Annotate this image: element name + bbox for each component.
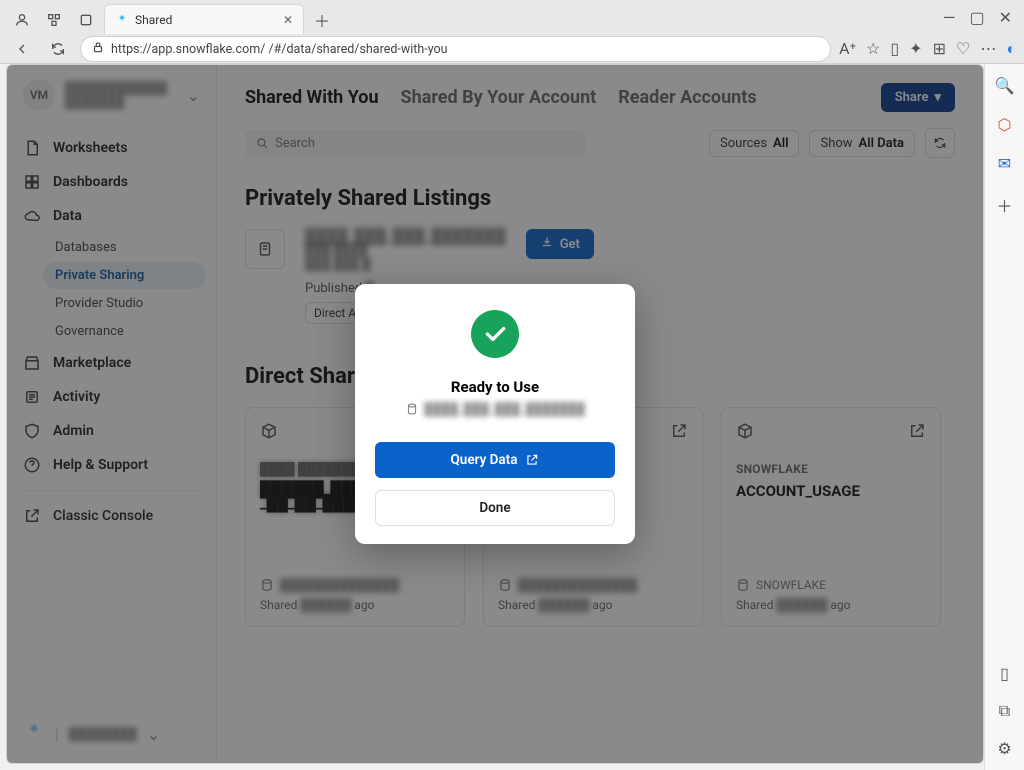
office-icon[interactable]: ⬡ bbox=[998, 115, 1012, 134]
close-window-icon[interactable]: ✕ bbox=[999, 8, 1012, 27]
more-icon[interactable]: ⋯ bbox=[980, 39, 996, 59]
address-row: https://app.snowflake.com/ /#/data/share… bbox=[0, 34, 1024, 64]
reading-mode-icon[interactable]: A⁺ bbox=[839, 39, 856, 59]
search-sidebar-icon[interactable]: 🔍 bbox=[995, 76, 1015, 95]
browser-action-icons: A⁺ ☆ ▯ ✦ ⊞ ♡ ⋯ ◐ bbox=[839, 39, 1016, 59]
database-icon bbox=[405, 402, 419, 416]
settings-icon[interactable]: ⚙ bbox=[997, 739, 1011, 758]
modal-title: Ready to Use bbox=[451, 378, 539, 396]
check-icon bbox=[471, 310, 519, 358]
lock-icon bbox=[91, 40, 105, 58]
tab-actions-icon[interactable] bbox=[72, 6, 100, 34]
copilot-icon[interactable]: ◐ bbox=[1006, 39, 1016, 59]
minimize-icon[interactable]: — bbox=[943, 8, 956, 27]
browser-tab[interactable]: Shared ✕ bbox=[104, 4, 304, 34]
browser-chrome: Shared ✕ ＋ — ▢ ✕ https://app.snowflake.c… bbox=[0, 0, 1024, 64]
external-link-icon bbox=[525, 453, 539, 467]
browser-sidebar: 🔍 ⬡ ✉ ＋ ▯ ⧉ ⚙ bbox=[984, 64, 1024, 770]
window-controls: — ▢ ✕ bbox=[943, 8, 1024, 27]
favorite-icon[interactable]: ☆ bbox=[866, 39, 880, 59]
address-bar[interactable]: https://app.snowflake.com/ /#/data/share… bbox=[80, 36, 831, 62]
button-label: Query Data bbox=[451, 452, 518, 468]
panel-icon[interactable]: ▯ bbox=[1000, 664, 1009, 683]
outlook-icon[interactable]: ✉ bbox=[998, 154, 1011, 173]
app-viewport: VM ████████████ ███████ ⌄ Worksheets Das… bbox=[6, 64, 984, 764]
maximize-icon[interactable]: ▢ bbox=[969, 8, 984, 27]
split-icon[interactable]: ▯ bbox=[890, 39, 899, 59]
extensions-icon[interactable]: ⊞ bbox=[933, 39, 946, 59]
url-text: https://app.snowflake.com/ /#/data/share… bbox=[111, 42, 448, 57]
modal-subtitle: ████_███_███_███████ bbox=[405, 402, 585, 416]
profile-icon[interactable] bbox=[8, 6, 36, 34]
collections-icon[interactable]: ✦ bbox=[909, 39, 922, 59]
back-button[interactable] bbox=[8, 35, 36, 63]
tab-title: Shared bbox=[135, 13, 172, 27]
performance-icon[interactable]: ♡ bbox=[956, 39, 970, 59]
refresh-button[interactable] bbox=[44, 35, 72, 63]
workspaces-icon[interactable] bbox=[40, 6, 68, 34]
query-data-button[interactable]: Query Data bbox=[375, 442, 615, 478]
snowflake-icon bbox=[115, 13, 129, 27]
ready-modal: Ready to Use ████_███_███_███████ Query … bbox=[355, 284, 635, 544]
tab-strip: Shared ✕ ＋ — ▢ ✕ bbox=[0, 0, 1024, 34]
new-tab-button[interactable]: ＋ bbox=[308, 6, 336, 34]
popout-icon[interactable]: ⧉ bbox=[999, 701, 1010, 721]
done-button[interactable]: Done bbox=[375, 490, 615, 526]
close-icon[interactable]: ✕ bbox=[283, 13, 293, 27]
add-sidebar-icon[interactable]: ＋ bbox=[996, 193, 1012, 217]
modal-overlay: Ready to Use ████_███_███_███████ Query … bbox=[7, 65, 983, 763]
